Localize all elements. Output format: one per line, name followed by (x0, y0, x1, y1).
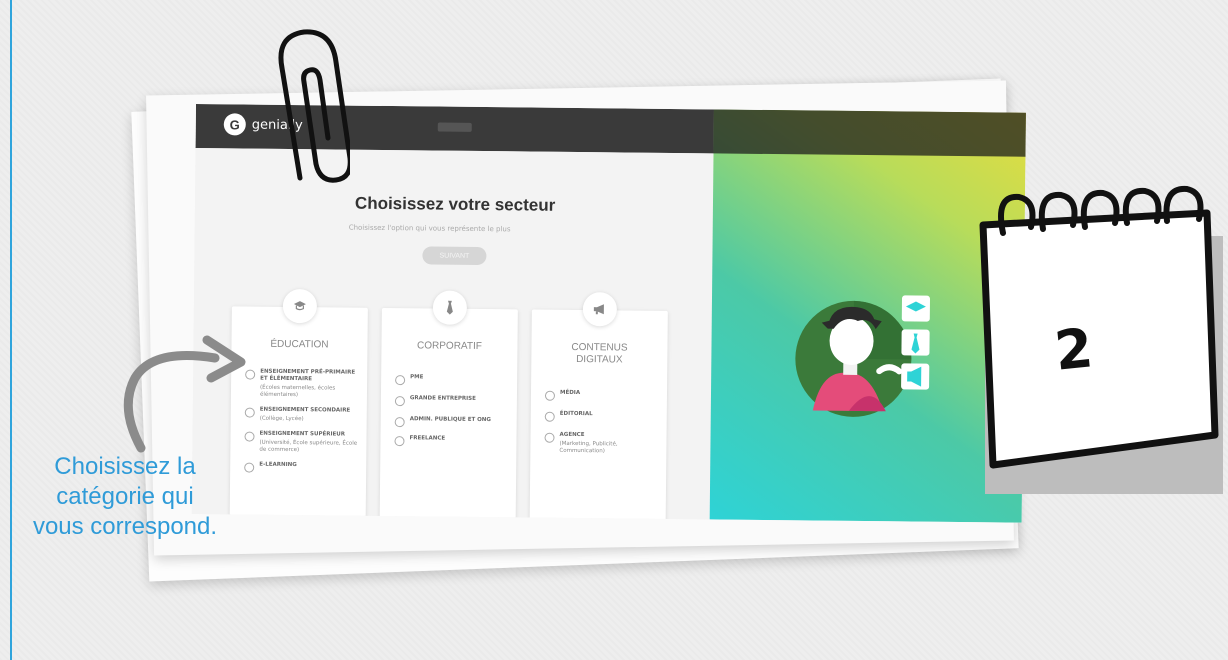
card-corporate[interactable]: CORPORATIF PME GRANDE ENTREPRISE ADMIN. … (379, 290, 518, 523)
sector-selection-pane: Choisissez votre secteur Choisissez l'op… (191, 147, 714, 523)
option-description: (Université, École supérieure, École de … (259, 439, 358, 454)
megaphone-icon (582, 292, 618, 327)
option-list: PME GRANDE ENTREPRISE ADMIN. PUBLIQUE ET… (394, 374, 509, 455)
option-description: (Collège, Lycée) (259, 415, 304, 423)
option-label: ENSEIGNEMENT PRÉ-PRIMAIRE ET ÉLÉMENTAIRE (260, 368, 356, 383)
option-agency[interactable]: AGENCE (Marketing, Publicité, Communicat… (544, 432, 658, 456)
radio-button[interactable] (394, 436, 405, 447)
person-illustration (795, 295, 931, 417)
option-preprimary[interactable]: ENSEIGNEMENT PRÉ-PRIMAIRE ET ÉLÉMENTAIRE… (245, 369, 359, 400)
option-large-company[interactable]: GRANDE ENTREPRISE (394, 395, 509, 407)
radio-button[interactable] (544, 390, 556, 401)
radio-button[interactable] (544, 432, 555, 443)
page-title: Choisissez votre secteur (354, 193, 556, 215)
hint-text: Choisissez la catégorie qui vous corresp… (32, 453, 218, 540)
curved-arrow-icon (123, 335, 246, 453)
radio-button[interactable] (544, 411, 555, 422)
radio-button[interactable] (394, 396, 405, 407)
page-subtitle: Choisissez l'option qui vous représente … (348, 223, 511, 234)
calendar-number: 2 (1051, 316, 1096, 383)
option-pme[interactable]: PME (395, 374, 509, 386)
option-public-admin[interactable]: ADMIN. PUBLIQUE ET ONG (394, 416, 509, 428)
option-label: ÉDITORIAL (559, 410, 593, 418)
left-accent-line (10, 0, 12, 660)
radio-button[interactable] (395, 375, 406, 386)
card-title: CORPORATIF (417, 340, 482, 353)
topbar-right-overlay (713, 109, 1026, 157)
option-list: ENSEIGNEMENT PRÉ-PRIMAIRE ET ÉLÉMENTAIRE… (244, 369, 359, 482)
option-label: FREELANCE (409, 435, 446, 442)
option-label: ENSEIGNEMENT SUPÉRIEUR (259, 430, 346, 438)
option-label: PME (410, 374, 424, 381)
option-secondary[interactable]: ENSEIGNEMENT SECONDAIRE (Collège, Lycée) (244, 406, 359, 424)
option-label: ENSEIGNEMENT SECONDAIRE (259, 406, 351, 414)
paperclip-icon (278, 29, 350, 183)
graduation-cap-icon (282, 288, 318, 324)
option-description: (Écoles maternelles, écoles élémentaires… (259, 384, 336, 399)
option-label: MÉDIA (559, 389, 581, 397)
option-label: E-LEARNING (259, 461, 297, 469)
topbar-indicator (437, 122, 472, 132)
logo-icon: G (223, 113, 246, 136)
option-media[interactable]: MÉDIA (544, 389, 659, 402)
option-label: AGENCE (559, 431, 585, 439)
option-list: MÉDIA ÉDITORIAL AGENCE (Marketing, Publi… (544, 390, 659, 464)
option-description: (Marketing, Publicité, Communication) (559, 440, 618, 455)
radio-button[interactable] (394, 417, 405, 428)
option-editorial[interactable]: ÉDITORIAL (544, 410, 659, 423)
option-higher-education[interactable]: ENSEIGNEMENT SUPÉRIEUR (Université, Écol… (244, 431, 358, 455)
card-title: CONTENUS DIGITAUX (571, 341, 628, 366)
option-label: ADMIN. PUBLIQUE ET ONG (409, 416, 491, 424)
tie-icon (432, 290, 468, 325)
option-label: GRANDE ENTREPRISE (409, 395, 476, 402)
next-button[interactable]: SUIVANT (422, 246, 487, 266)
card-digital-content[interactable]: CONTENUS DIGITAUX MÉDIA ÉDITORIAL AGENCE… (529, 292, 668, 523)
option-freelance[interactable]: FREELANCE (394, 435, 508, 447)
option-e-learning[interactable]: E-LEARNING (244, 462, 358, 474)
